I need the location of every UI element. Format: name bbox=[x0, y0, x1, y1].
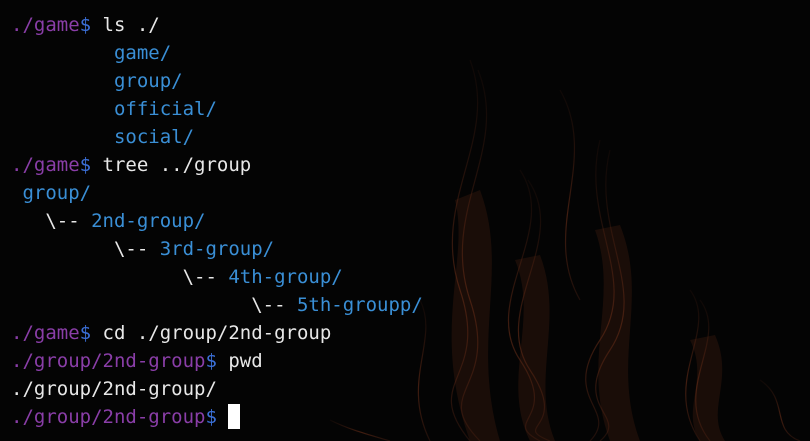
command-output: ./group/2nd-group/ bbox=[11, 378, 217, 400]
terminal-line: \-- 2nd-group/ bbox=[11, 207, 810, 235]
command-text: cd ./group/2nd-group bbox=[91, 322, 332, 344]
prompt-path: ./game bbox=[11, 322, 80, 344]
text-cursor bbox=[228, 404, 241, 429]
terminal-line: ./game$ tree ../group bbox=[11, 151, 810, 179]
prompt-path: ./group/2nd-group bbox=[11, 350, 206, 372]
command-input[interactable] bbox=[217, 406, 228, 428]
terminal-line: game/ bbox=[11, 39, 810, 67]
directory-name: group/ bbox=[113, 70, 183, 92]
directory-name: official/ bbox=[113, 98, 217, 120]
directory-name: group/ bbox=[22, 182, 92, 204]
command-text: pwd bbox=[216, 350, 263, 372]
directory-name: 2nd-group/ bbox=[91, 210, 206, 232]
directory-name: game/ bbox=[113, 42, 172, 64]
terminal-output: ./game$ ls ./ game/ group/ official/ soc… bbox=[11, 11, 810, 431]
terminal-line: ./group/2nd-group/ bbox=[11, 375, 810, 403]
terminal-line: social/ bbox=[11, 123, 810, 151]
prompt-dollar: $ bbox=[79, 322, 92, 344]
terminal-input-line[interactable]: ./group/2nd-group$ bbox=[11, 403, 810, 431]
directory-name: social/ bbox=[113, 126, 195, 148]
terminal-line: group/ bbox=[11, 67, 810, 95]
prompt-path: ./game bbox=[11, 154, 80, 176]
command-text: ls ./ bbox=[91, 14, 160, 36]
terminal-line: ./game$ ls ./ bbox=[11, 11, 810, 39]
terminal-line: \-- 3rd-group/ bbox=[11, 235, 810, 263]
command-text: tree ../group bbox=[91, 154, 252, 176]
directory-name: 5th-groupp/ bbox=[296, 294, 423, 316]
tree-branch: \-- bbox=[11, 210, 92, 232]
tree-branch: \-- bbox=[11, 238, 160, 260]
tree-branch: \-- bbox=[11, 294, 297, 316]
directory-name: 3rd-group/ bbox=[159, 238, 275, 260]
prompt-dollar: $ bbox=[79, 14, 92, 36]
prompt-dollar: $ bbox=[205, 406, 217, 428]
directory-name: 4th-group/ bbox=[228, 266, 343, 288]
terminal-line: ./group/2nd-group$ pwd bbox=[11, 347, 810, 375]
tree-branch: \-- bbox=[11, 266, 229, 288]
terminal-line: \-- 5th-groupp/ bbox=[11, 291, 810, 319]
prompt-dollar: $ bbox=[205, 350, 217, 372]
prompt-dollar: $ bbox=[79, 154, 92, 176]
terminal-line: \-- 4th-group/ bbox=[11, 263, 810, 291]
terminal-window[interactable]: ./game$ ls ./ game/ group/ official/ soc… bbox=[0, 0, 810, 441]
prompt-path: ./group/2nd-group bbox=[11, 406, 206, 428]
prompt-path: ./game bbox=[11, 14, 80, 36]
terminal-line: group/ bbox=[11, 179, 810, 207]
terminal-line: ./game$ cd ./group/2nd-group bbox=[11, 319, 810, 347]
terminal-line: official/ bbox=[11, 95, 810, 123]
